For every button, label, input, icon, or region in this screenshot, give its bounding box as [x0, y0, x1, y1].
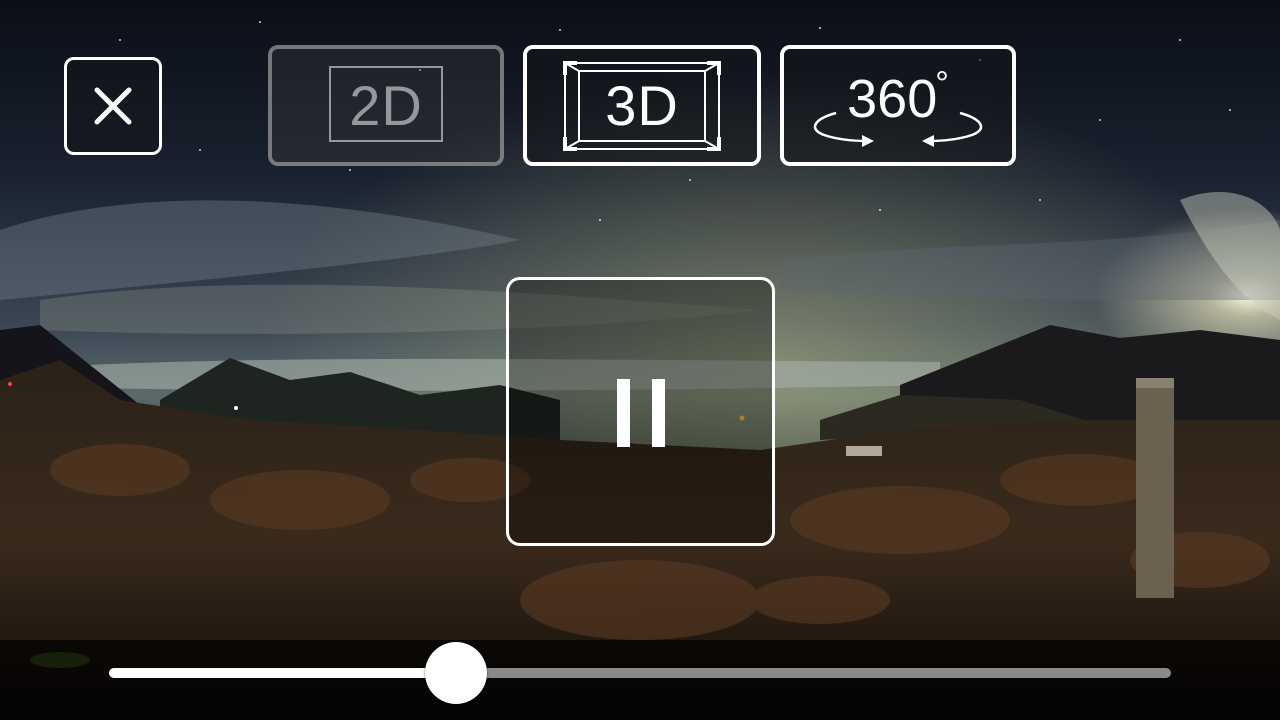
view-mode-360-number: 360 [847, 69, 938, 129]
close-icon [94, 87, 132, 125]
seek-thumb[interactable] [425, 642, 488, 704]
pause-bar-left [617, 379, 630, 447]
view-mode-3d-button[interactable]: 3D [523, 45, 761, 166]
view-mode-2d-label: 2D [349, 74, 423, 137]
view-mode-360-button[interactable]: 360° [780, 45, 1016, 166]
pause-bar-right [652, 379, 665, 447]
view-mode-360-label: 360° [784, 65, 1012, 130]
seek-progress [109, 668, 457, 678]
view-mode-3d-label: 3D [605, 74, 679, 137]
view-mode-2d-button[interactable]: 2D [268, 45, 504, 166]
close-button[interactable] [64, 57, 162, 155]
seek-bar[interactable] [109, 642, 1171, 704]
degree-symbol: ° [935, 65, 949, 103]
video-player[interactable]: 2D 3D 360° [0, 0, 1280, 720]
pause-button[interactable] [506, 277, 775, 546]
